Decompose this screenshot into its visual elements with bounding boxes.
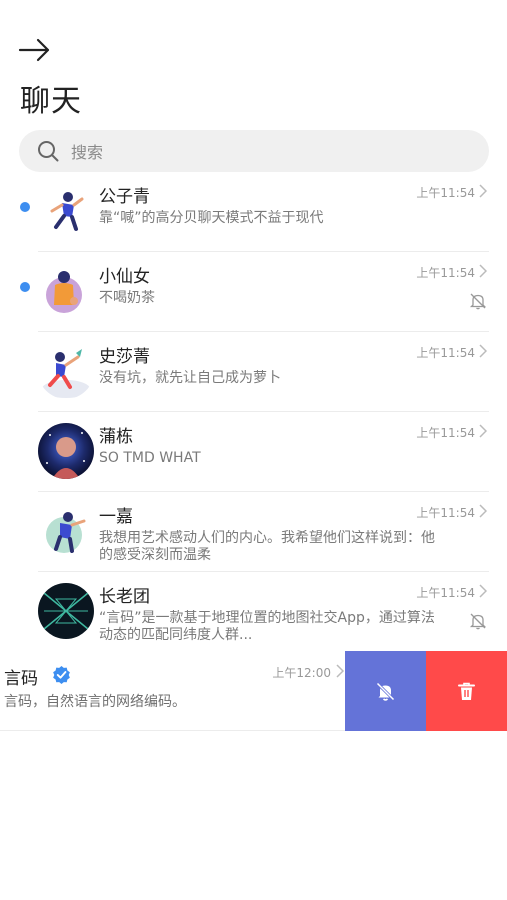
chat-time: 上午12:00 (272, 666, 331, 680)
chat-item-yanma-swiped[interactable]: 言码 言码，自然语言的网络编码。 上午12:00 (0, 651, 507, 731)
search-input[interactable] (69, 136, 473, 168)
chat-item-pudong[interactable]: 蒲栋 SO TMD WHAT 上午11:54 (0, 412, 507, 492)
chat-time: 上午11:54 (416, 506, 475, 520)
chat-preview: 没有坑，就先让自己成为萝卜 (99, 370, 281, 386)
chat-preview: 不喝奶茶 (99, 290, 155, 306)
mute-button[interactable] (345, 651, 426, 731)
bell-off-icon (469, 293, 487, 310)
chat-preview: SO TMD WHAT (99, 450, 201, 466)
chat-item-zhanglaotuan[interactable]: 长老团 “言码”是一款基于地理位置的地图社交App，通过算法动态的匹配同纬度人群… (0, 572, 507, 652)
chevron-right-icon (479, 504, 487, 518)
search-icon (38, 141, 59, 162)
divider (0, 730, 347, 731)
chevron-right-icon (479, 264, 487, 278)
chat-item-xiaoxiannv[interactable]: 小仙女 不喝奶茶 上午11:54 (0, 252, 507, 332)
bell-off-icon (469, 613, 487, 630)
search-bar[interactable] (19, 130, 489, 172)
chevron-right-icon (479, 424, 487, 438)
chat-item-gongziqing[interactable]: 公子青 靠“喊”的高分贝聊天模式不益于现代 上午11:54 (0, 172, 507, 252)
avatar (38, 503, 94, 559)
chat-preview: 言码，自然语言的网络编码。 (4, 694, 186, 710)
chat-name: 言码 (4, 669, 38, 689)
chat-item-shishajing[interactable]: 史莎菁 没有坑，就先让自己成为萝卜 上午11:54 (0, 332, 507, 412)
delete-button[interactable] (426, 651, 507, 731)
chat-time: 上午11:54 (416, 346, 475, 360)
chevron-right-icon (479, 344, 487, 358)
chevron-right-icon (479, 184, 487, 198)
chat-time: 上午11:54 (416, 186, 475, 200)
avatar (38, 343, 94, 399)
unread-dot (20, 202, 30, 212)
chat-item-yijia[interactable]: 一嘉 我想用艺术感动人们的内心。我希望他们这样说到：他的感受深刻而温柔 上午11… (0, 492, 507, 572)
verified-icon (53, 665, 70, 684)
chat-preview: 我想用艺术感动人们的内心。我希望他们这样说到：他的感受深刻而温柔 (99, 530, 435, 563)
page-title: 聊天 (20, 84, 82, 119)
chat-name: 蒲栋 (99, 427, 133, 447)
avatar (38, 583, 94, 639)
chat-name: 公子青 (99, 187, 150, 207)
chevron-right-icon (479, 584, 487, 598)
chat-time: 上午11:54 (416, 266, 475, 280)
arrow-right-icon[interactable] (18, 36, 52, 64)
chat-time: 上午11:54 (416, 586, 475, 600)
avatar (38, 183, 94, 239)
chevron-right-icon (336, 664, 344, 678)
chat-name: 长老团 (99, 587, 150, 607)
chat-name: 小仙女 (99, 267, 150, 287)
avatar (38, 263, 94, 319)
chat-time: 上午11:54 (416, 426, 475, 440)
chat-name: 一嘉 (99, 507, 133, 527)
swiped-row-content[interactable]: 言码 言码，自然语言的网络编码。 上午12:00 (0, 651, 347, 731)
chat-preview: “言码”是一款基于地理位置的地图社交App，通过算法动态的匹配同纬度人群... (99, 610, 435, 643)
unread-dot (20, 282, 30, 292)
chat-name: 史莎菁 (99, 347, 150, 367)
trash-icon (458, 682, 475, 700)
bell-off-icon (376, 682, 395, 701)
avatar (38, 423, 94, 479)
chat-preview: 靠“喊”的高分贝聊天模式不益于现代 (99, 210, 324, 226)
